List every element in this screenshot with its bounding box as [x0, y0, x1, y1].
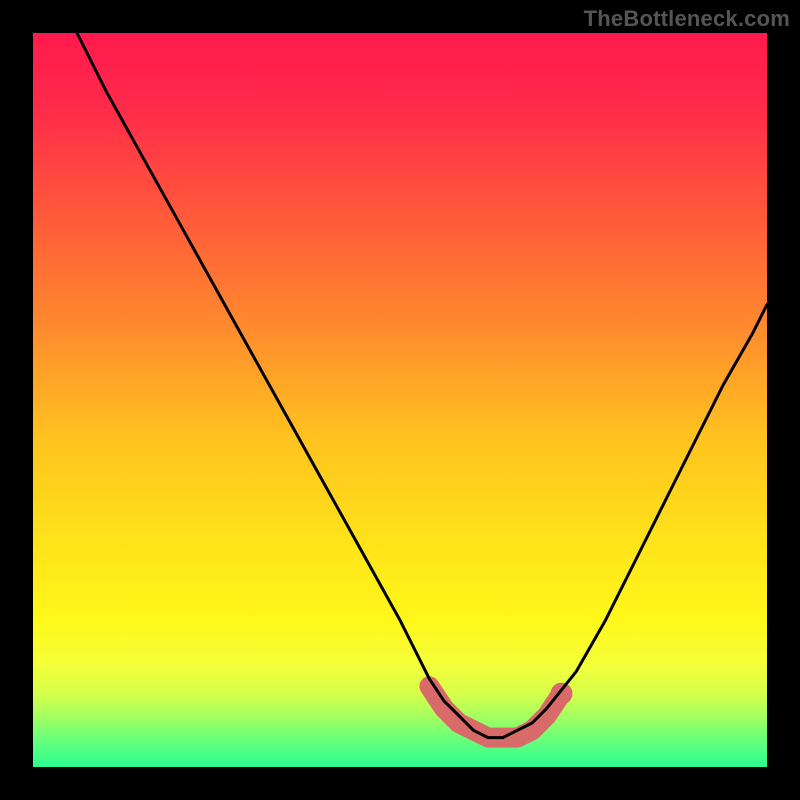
watermark-text: TheBottleneck.com — [584, 6, 790, 32]
bottleneck-chart: TheBottleneck.com — [0, 0, 800, 800]
bottleneck-curve-line — [77, 33, 767, 738]
curve-layer — [33, 33, 767, 767]
plot-area — [33, 33, 767, 767]
